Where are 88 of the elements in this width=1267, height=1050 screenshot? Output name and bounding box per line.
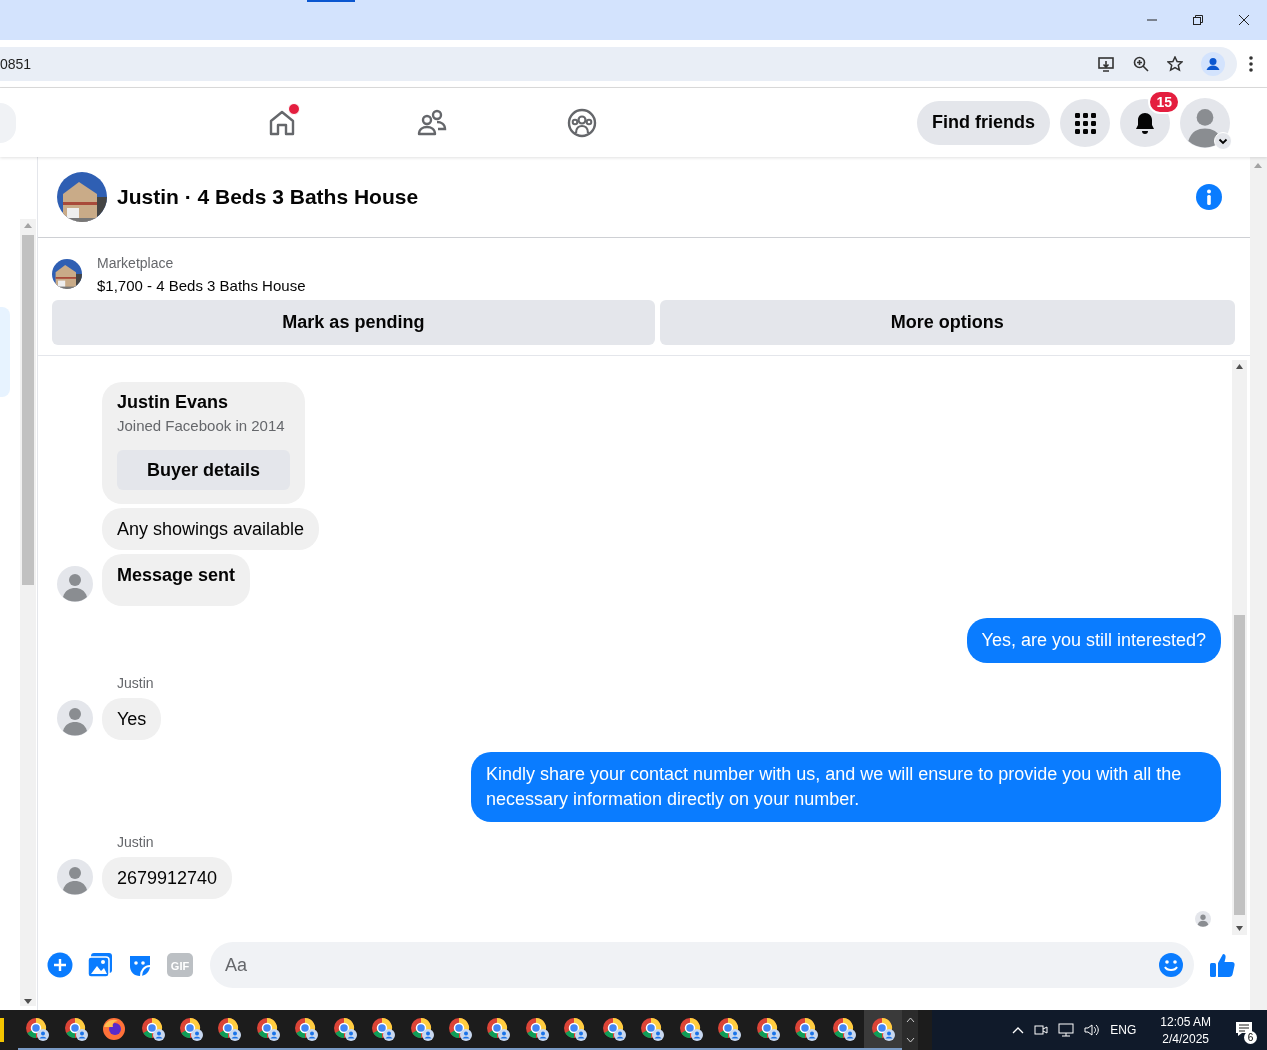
message-bubble: 2679912740	[102, 857, 233, 899]
sender-name: Justin	[117, 675, 155, 691]
avatar-icon	[57, 700, 93, 736]
buyer-details-button[interactable]: Buyer details	[117, 450, 291, 490]
scroll-down-icon	[1236, 926, 1243, 931]
taskbar-app[interactable]	[863, 1010, 902, 1050]
message-bubble: Yes	[102, 698, 162, 740]
browser-icon	[294, 1017, 319, 1041]
buyer-joined-text: Joined Facebook in 2014	[117, 417, 286, 434]
message-field[interactable]: Aa	[210, 942, 1194, 988]
restore-icon[interactable]	[1192, 14, 1204, 26]
listing-title: $1,700 - 4 Beds 3 Baths House	[97, 276, 306, 294]
seen-avatar-icon	[1195, 911, 1211, 927]
browser-icon	[717, 1017, 742, 1041]
avatar-icon	[57, 566, 93, 602]
avatar-icon	[57, 859, 93, 895]
page-scrollbar[interactable]	[1250, 157, 1267, 1010]
profile-icon[interactable]	[1201, 51, 1225, 76]
address-bar[interactable]: 0851	[0, 46, 1237, 81]
groups-icon	[566, 106, 598, 139]
star-icon[interactable]	[1167, 55, 1183, 72]
chevron-up-icon[interactable]	[1012, 1026, 1025, 1034]
find-friends-button[interactable]: Find friends	[917, 100, 1050, 145]
conversation-title: Justin · 4 Beds 3 Baths House	[117, 185, 420, 209]
scroll-up-icon	[905, 1017, 915, 1023]
info-icon[interactable]	[1196, 184, 1222, 210]
network-icon[interactable]	[1058, 1023, 1075, 1037]
browser-icon	[601, 1017, 626, 1041]
camera-icon[interactable]	[1034, 1023, 1049, 1037]
browser-icon	[832, 1017, 857, 1041]
buyer-name: Justin Evans	[117, 392, 230, 413]
emoji-icon[interactable]	[1158, 952, 1184, 978]
browser-icon	[755, 1017, 780, 1041]
plus-icon[interactable]	[47, 952, 73, 978]
browser-icon	[563, 1017, 588, 1041]
grid-icon	[1073, 110, 1097, 135]
image-icon[interactable]	[87, 952, 113, 978]
notifications-button[interactable]	[1120, 98, 1170, 147]
message-bubble: Kindly share your contact number with us, and we will ensure to provide you with all the necessary information directly on your number.	[471, 752, 1221, 822]
menu-icon[interactable]	[1249, 55, 1253, 72]
mark-pending-button[interactable]: Mark as pending	[52, 300, 655, 345]
scroll-down-icon	[905, 1037, 915, 1043]
message-bubble: Any showings available	[102, 508, 320, 550]
bell-icon	[1133, 110, 1157, 135]
browser-icon	[63, 1017, 88, 1041]
zoom-icon[interactable]	[1133, 55, 1149, 72]
browser-icon	[332, 1017, 357, 1041]
browser-icon	[448, 1017, 473, 1041]
menu-button[interactable]	[1060, 98, 1110, 147]
scroll-up-icon	[1254, 163, 1262, 168]
sender-name: Justin	[117, 834, 155, 850]
browser-icon	[409, 1017, 434, 1041]
scroll-up-icon	[24, 223, 32, 228]
browser-icon	[25, 1017, 50, 1041]
volume-icon[interactable]	[1084, 1023, 1101, 1037]
clock-date: 2/4/2025	[1162, 1031, 1209, 1046]
house-photo	[52, 259, 82, 289]
browser-icon	[870, 1017, 895, 1041]
house-photo	[57, 172, 107, 222]
message-bubble: Message sent	[102, 554, 251, 606]
scroll-up-icon	[1236, 364, 1243, 369]
listing-source: Marketplace	[97, 254, 175, 271]
more-options-button[interactable]: More options	[659, 300, 1235, 345]
firefox-icon	[102, 1017, 127, 1041]
thumbs-up-icon[interactable]	[1208, 951, 1236, 979]
caret-icon	[1214, 131, 1232, 150]
browser-icon	[524, 1017, 549, 1041]
browser-icon	[793, 1017, 818, 1041]
scrollbar[interactable]	[1232, 360, 1247, 935]
browser-icon	[371, 1017, 396, 1041]
browser-icon	[640, 1017, 665, 1041]
url-text: 0851	[0, 55, 33, 72]
scrollbar[interactable]	[20, 219, 36, 1006]
install-icon[interactable]	[1097, 54, 1115, 73]
close-icon[interactable]	[1238, 14, 1250, 26]
browser-icon	[255, 1017, 280, 1041]
language-indicator[interactable]: ENG	[1110, 1023, 1137, 1037]
scroll-down-icon	[24, 999, 32, 1004]
browser-icon	[486, 1017, 511, 1041]
browser-icon	[217, 1017, 242, 1041]
account-button[interactable]	[1180, 97, 1230, 148]
browser-icon	[678, 1017, 703, 1041]
clock-time: 12:05 AM	[1160, 1014, 1211, 1029]
notification-badge: 15	[1148, 89, 1180, 114]
message-bubble: Yes, are you still interested?	[966, 618, 1221, 663]
browser-icon	[140, 1017, 165, 1041]
avatar-icon	[1180, 97, 1230, 148]
browser-icon	[178, 1017, 203, 1041]
